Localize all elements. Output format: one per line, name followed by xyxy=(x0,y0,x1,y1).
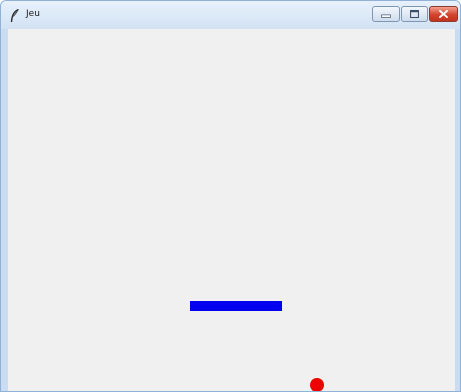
maximize-icon xyxy=(410,9,419,19)
title-bar[interactable]: Jeu xyxy=(1,1,460,29)
paddle[interactable] xyxy=(190,301,282,311)
game-canvas[interactable] xyxy=(8,29,455,391)
feather-icon[interactable] xyxy=(10,8,20,23)
minimize-button[interactable] xyxy=(372,6,400,22)
close-button[interactable] xyxy=(429,6,458,22)
close-icon xyxy=(439,9,448,19)
ball xyxy=(310,378,324,391)
game-window: Jeu xyxy=(0,0,461,392)
minimize-icon xyxy=(381,14,391,18)
maximize-button[interactable] xyxy=(401,6,428,22)
window-title: Jeu xyxy=(26,9,40,19)
